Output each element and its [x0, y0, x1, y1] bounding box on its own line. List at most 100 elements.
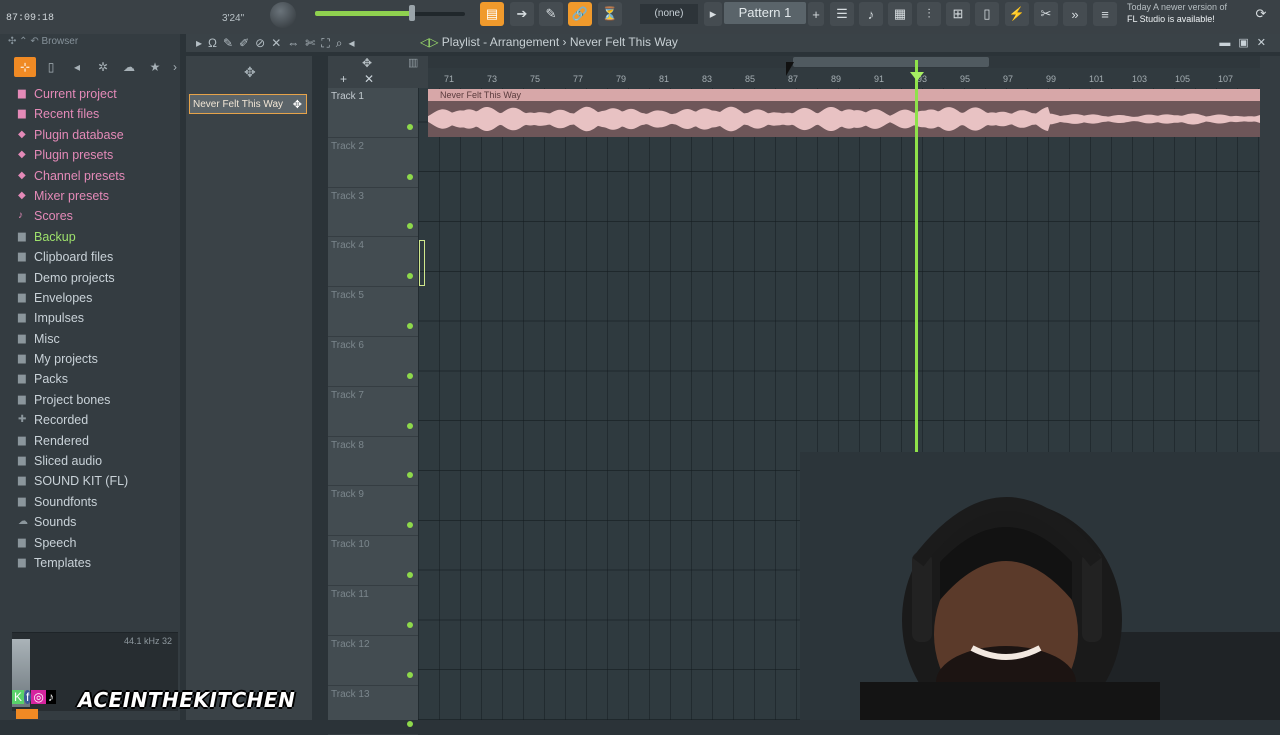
browser-item[interactable]: ♪ Scores	[14, 206, 180, 226]
favorites-filter-button[interactable]: ★	[144, 57, 166, 77]
preview-marker[interactable]	[16, 709, 38, 719]
select-icon[interactable]: ⛶	[321, 36, 335, 50]
play-icon[interactable]: ▸	[196, 36, 208, 50]
browser-item[interactable]: ✚ Recorded	[14, 410, 180, 430]
grid-icon[interactable]: ▥	[408, 56, 418, 69]
delete-icon[interactable]: ⊘	[255, 36, 271, 50]
track-header[interactable]: Track 12	[328, 636, 418, 686]
track-header[interactable]: Track 3	[328, 188, 418, 238]
browser-item[interactable]: ▆ My projects	[14, 349, 180, 369]
browser-item[interactable]: ☁ Sounds	[14, 512, 180, 532]
slide-button[interactable]: ✎	[539, 2, 563, 26]
track-enable-led[interactable]	[407, 273, 413, 280]
sound-filter-button[interactable]: ◂	[66, 57, 88, 77]
master-pitch-knob[interactable]	[270, 2, 296, 28]
browser-item[interactable]: ▆ Packs	[14, 369, 180, 389]
track-header[interactable]: Track 7	[328, 387, 418, 437]
browser-item[interactable]: ▆ Templates	[14, 553, 180, 573]
browser-item[interactable]: ▆ Current project	[14, 84, 180, 104]
maximize-icon[interactable]: ▣	[1238, 37, 1256, 49]
touch-keyboard-button[interactable]: ✂	[1034, 2, 1058, 26]
browser-item[interactable]: ▆ Rendered	[14, 431, 180, 451]
slice-icon[interactable]: ✄	[305, 36, 321, 50]
browser-item[interactable]: ▆ Misc	[14, 329, 180, 349]
metronome-button[interactable]: ⏳	[598, 2, 622, 26]
browser-item[interactable]: ▆ Backup	[14, 227, 180, 247]
pattern-prev-button[interactable]: ▸	[704, 2, 722, 26]
pattern-clip-source[interactable]: Never Felt This Way ✥	[189, 94, 307, 114]
horizontal-scroll-thumb[interactable]	[793, 57, 989, 67]
mute-icon[interactable]: ✕	[271, 36, 287, 50]
mixer-button[interactable]: ⫶	[917, 2, 941, 26]
track-enable-led[interactable]	[407, 322, 413, 329]
browser-item[interactable]: ▆ Sliced audio	[14, 451, 180, 471]
browser-toggle-button[interactable]: ⊞	[946, 2, 970, 26]
browser-item[interactable]: ▆ Soundfonts	[14, 492, 180, 512]
browser-item[interactable]: ▆ Envelopes	[14, 288, 180, 308]
track-enable-led[interactable]	[407, 621, 413, 628]
magnet-icon[interactable]: Ω	[208, 36, 223, 50]
master-volume-thumb[interactable]	[409, 5, 415, 21]
track-enable-led[interactable]	[407, 721, 413, 728]
track-enable-led[interactable]	[407, 372, 413, 379]
slip-icon[interactable]: ⇔	[287, 36, 305, 50]
nudge-icon[interactable]: ✥	[362, 56, 372, 70]
news-panel[interactable]: Today A newer version of FL Studio is av…	[1127, 1, 1227, 25]
browser-item[interactable]: ▆ Project bones	[14, 390, 180, 410]
all-filter-button[interactable]: ⊹	[14, 57, 36, 77]
track-enable-led[interactable]	[407, 173, 413, 180]
track-enable-led[interactable]	[407, 422, 413, 429]
browser-item[interactable]: ▆ Speech	[14, 533, 180, 553]
track-header[interactable]: Track 2	[328, 138, 418, 188]
timeline-ruler[interactable]: 71 73 75 77 79 81 83 85 87 89 91 93 95 97 99 101 103 105 1…	[428, 68, 1260, 89]
track-enable-led[interactable]	[407, 571, 413, 578]
track-enable-led[interactable]	[407, 522, 413, 529]
pencil-icon[interactable]: ✎	[223, 36, 239, 50]
track-header[interactable]: Track 5	[328, 287, 418, 337]
plugin-filter-button[interactable]: ✲	[92, 57, 114, 77]
track-header[interactable]: Track 10	[328, 536, 418, 586]
channel-rack-button[interactable]: ▦	[888, 2, 912, 26]
plugin-picker-button[interactable]: ⚡	[1005, 2, 1029, 26]
paint-icon[interactable]: ✐	[239, 36, 255, 50]
remove-track-icon[interactable]: ✕	[364, 72, 374, 86]
browser-item[interactable]: ▆ Recent files	[14, 104, 180, 124]
track-enable-led[interactable]	[407, 123, 413, 130]
add-pattern-button[interactable]: +	[808, 2, 824, 26]
piano-roll-button[interactable]: ♪	[859, 2, 883, 26]
track-enable-led[interactable]	[407, 223, 413, 230]
browser-item[interactable]: ▆ Impulses	[14, 308, 180, 328]
typing-keyboard-button[interactable]: ▤	[480, 2, 504, 26]
zoom-icon[interactable]: ⌕	[336, 36, 349, 50]
tools-button[interactable]: »	[1063, 2, 1087, 26]
track-enable-led[interactable]	[407, 472, 413, 479]
project-browser-button[interactable]: ▯	[975, 2, 999, 26]
track-enable-led[interactable]	[407, 671, 413, 678]
track-header[interactable]: Track 8	[328, 437, 418, 487]
pattern-selector[interactable]: Pattern 1	[724, 2, 806, 24]
track-header[interactable]: Track 9	[328, 486, 418, 537]
audio-clip[interactable]: Never Felt This Way	[428, 89, 1260, 137]
link-button[interactable]: 🔗	[568, 2, 592, 26]
track-header[interactable]: Track 1	[328, 88, 418, 138]
pattern-none-select[interactable]: (none)	[640, 4, 698, 24]
update-button[interactable]: ⟳	[1250, 2, 1272, 26]
browser-item[interactable]: ▆ Clipboard files	[14, 247, 180, 267]
cloud-filter-button[interactable]: ☁	[118, 57, 140, 77]
close-icon[interactable]: ✕	[1257, 37, 1274, 49]
speaker-icon[interactable]: ◂	[348, 36, 360, 50]
menu-button[interactable]: ≡	[1093, 2, 1117, 26]
playlist-window-button[interactable]: ☰	[830, 2, 854, 26]
more-filter-button[interactable]: ›	[164, 57, 186, 77]
track-header[interactable]: Track 4	[328, 237, 418, 288]
playhead-marker[interactable]	[910, 72, 924, 81]
browser-item[interactable]: ◆ Channel presets	[14, 166, 180, 186]
horizontal-scrollbar[interactable]	[428, 56, 1260, 68]
track-header[interactable]: Track 13	[328, 686, 418, 735]
minimize-icon[interactable]: ▬	[1219, 37, 1238, 49]
picker-move-icon[interactable]: ✥	[244, 64, 256, 81]
browser-item[interactable]: ◆ Plugin presets	[14, 145, 180, 165]
browser-item[interactable]: ▆ Demo projects	[14, 268, 180, 288]
track-header[interactable]: Track 11	[328, 586, 418, 636]
selection-marker[interactable]	[419, 240, 425, 286]
